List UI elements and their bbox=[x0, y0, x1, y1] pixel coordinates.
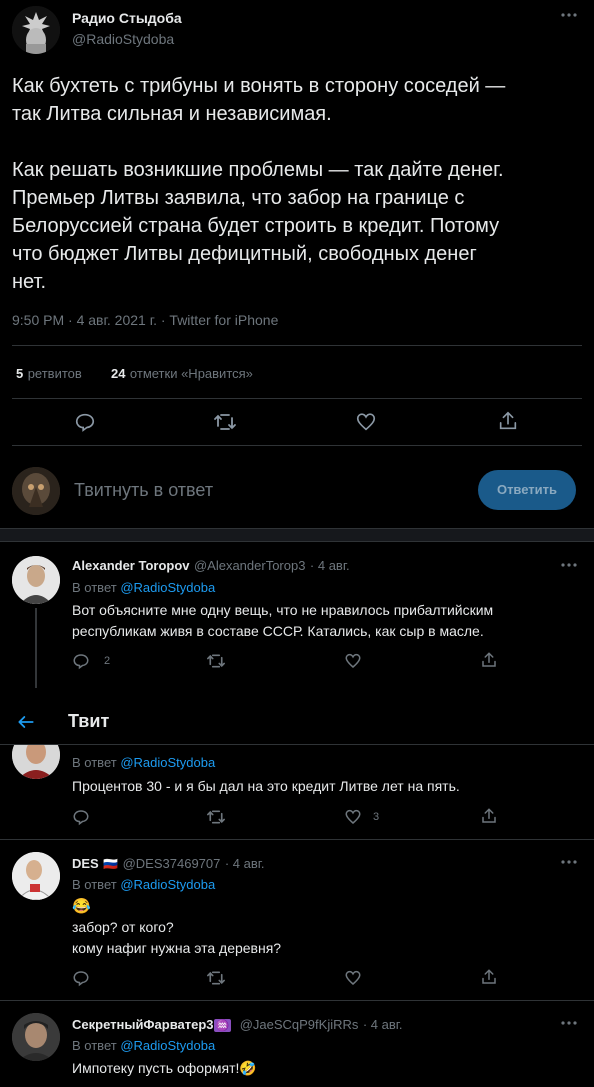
divider bbox=[0, 1000, 594, 1001]
reply-text: Вот объясните мне одну вещь, что не нрав… bbox=[72, 602, 494, 639]
share-icon[interactable] bbox=[480, 651, 498, 669]
name-emoji: ♒ bbox=[213, 1019, 232, 1032]
user-avatar[interactable] bbox=[12, 467, 60, 515]
back-arrow-icon[interactable] bbox=[16, 712, 36, 732]
reply-icon[interactable] bbox=[72, 808, 90, 826]
reply-text: забор? от кого? кому нафиг нужна эта дер… bbox=[72, 919, 282, 956]
reply-to-line: В ответ @RadioStydoba bbox=[72, 877, 215, 892]
main-author-name[interactable]: Радио Стыдоба bbox=[72, 10, 182, 26]
more-icon[interactable] bbox=[560, 562, 578, 568]
reply-to-prefix: В ответ bbox=[72, 580, 117, 595]
reply-author-handle[interactable]: @JaeSCqP9fKjiRRs bbox=[240, 1017, 359, 1032]
reply-to-line: В ответ @RadioStydoba bbox=[72, 755, 215, 770]
reply-to-line: В ответ @RadioStydoba bbox=[72, 1038, 215, 1053]
reply-emoji: 😂 bbox=[72, 898, 91, 915]
reply-text: Процентов 30 - и я бы дал на это кредит … bbox=[72, 778, 460, 794]
likes-count: 24 bbox=[111, 366, 126, 381]
more-icon[interactable] bbox=[560, 12, 578, 18]
reply-author-handle[interactable]: @DES37469707 bbox=[123, 856, 221, 871]
main-tweet-text: Как бухтеть с трибуны и вонять в сторону… bbox=[12, 75, 506, 293]
reply-to-handle[interactable]: @RadioStydoba bbox=[120, 580, 215, 595]
main-tweet-timestamp[interactable]: 9:50 PM · 4 авг. 2021 г. · Twitter for i… bbox=[12, 312, 278, 328]
reply-header: DES 🇷🇺 @DES37469707 · 4 авг. bbox=[72, 855, 265, 873]
reply-author-name[interactable]: Alexander Toropov bbox=[72, 558, 190, 573]
divider bbox=[12, 345, 582, 346]
retweets-label: ретвитов bbox=[27, 366, 82, 381]
reply-date[interactable]: · 4 авг. bbox=[310, 558, 350, 573]
topbar-title: Твит bbox=[68, 711, 110, 731]
reply-button[interactable]: Ответить bbox=[478, 470, 576, 510]
retweet-icon[interactable] bbox=[206, 969, 226, 987]
reply-avatar[interactable] bbox=[12, 556, 60, 604]
divider bbox=[12, 398, 582, 399]
reply-author-name[interactable]: DES bbox=[72, 856, 99, 871]
likes-stat[interactable]: 24 отметки «Нравится» bbox=[111, 365, 253, 383]
reply-to-prefix: В ответ bbox=[72, 755, 117, 770]
reply-compose-input[interactable]: Твитнуть в ответ bbox=[74, 480, 213, 501]
more-icon[interactable] bbox=[560, 859, 578, 865]
flag-emoji: 🇷🇺 bbox=[103, 857, 119, 871]
reply-to-prefix: В ответ bbox=[72, 877, 117, 892]
reply-count: 2 bbox=[104, 655, 111, 667]
reply-to-prefix: В ответ bbox=[72, 1038, 117, 1053]
retweet-icon[interactable] bbox=[206, 808, 226, 826]
main-author-handle[interactable]: @RadioStydoba bbox=[72, 31, 174, 47]
reply-icon[interactable] bbox=[72, 969, 90, 987]
retweets-stat[interactable]: 5 ретвитов bbox=[16, 365, 82, 383]
reply-date[interactable]: · 4 авг. bbox=[363, 1017, 403, 1032]
retweet-icon[interactable] bbox=[206, 652, 226, 670]
reply-avatar[interactable] bbox=[12, 852, 60, 900]
likes-label: отметки «Нравится» bbox=[129, 366, 253, 381]
share-icon[interactable] bbox=[480, 807, 498, 825]
retweet-icon[interactable] bbox=[213, 411, 237, 433]
reply-date[interactable]: · 4 авг. bbox=[225, 856, 265, 871]
like-icon[interactable] bbox=[355, 411, 377, 433]
share-icon[interactable] bbox=[480, 968, 498, 986]
main-author-avatar[interactable] bbox=[12, 6, 60, 54]
reply-to-handle[interactable]: @RadioStydoba bbox=[120, 755, 215, 770]
reply-icon[interactable] bbox=[72, 652, 90, 670]
like-icon[interactable] bbox=[344, 808, 362, 826]
reply-author-name[interactable]: СекретныйФарватер3 bbox=[72, 1017, 214, 1032]
reply-header: СекретныйФарватер3 ♒ @JaeSCqP9fKjiRRs · 4… bbox=[72, 1016, 403, 1034]
share-icon[interactable] bbox=[497, 410, 519, 432]
reply-avatar[interactable] bbox=[12, 1013, 60, 1061]
thread-line bbox=[35, 608, 37, 688]
retweets-count: 5 bbox=[16, 366, 24, 381]
reply-header: Alexander Toropov @AlexanderTorop3 · 4 а… bbox=[72, 557, 350, 575]
section-separator bbox=[0, 528, 594, 542]
reply-to-line: В ответ @RadioStydoba bbox=[72, 580, 215, 595]
reply-to-handle[interactable]: @RadioStydoba bbox=[120, 877, 215, 892]
tweet-topbar: Твит bbox=[0, 700, 594, 745]
reply-to-handle[interactable]: @RadioStydoba bbox=[120, 1038, 215, 1053]
reply-author-handle[interactable]: @AlexanderTorop3 bbox=[194, 558, 305, 573]
like-count: 3 bbox=[373, 811, 380, 823]
divider bbox=[12, 445, 582, 446]
reply-text: Импотеку пусть оформят!🤣 bbox=[72, 1060, 257, 1076]
like-icon[interactable] bbox=[344, 652, 362, 670]
more-icon[interactable] bbox=[560, 1020, 578, 1026]
like-icon[interactable] bbox=[344, 969, 362, 987]
reply-icon[interactable] bbox=[74, 411, 96, 433]
divider bbox=[0, 839, 594, 840]
